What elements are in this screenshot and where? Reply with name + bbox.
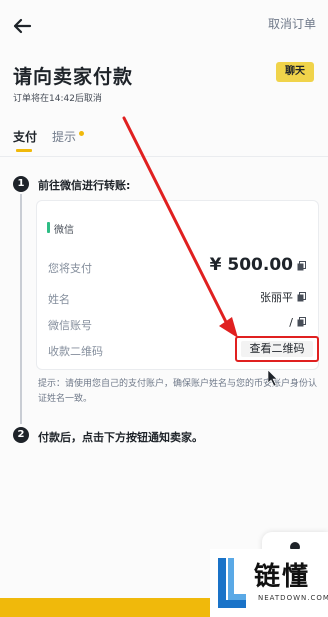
watermark-subtext: NEATDOWN.COM — [258, 594, 328, 602]
watermark-logo-icon — [218, 558, 246, 608]
annotation-arrow — [122, 116, 278, 387]
watermark-text: 链懂 — [254, 562, 311, 592]
